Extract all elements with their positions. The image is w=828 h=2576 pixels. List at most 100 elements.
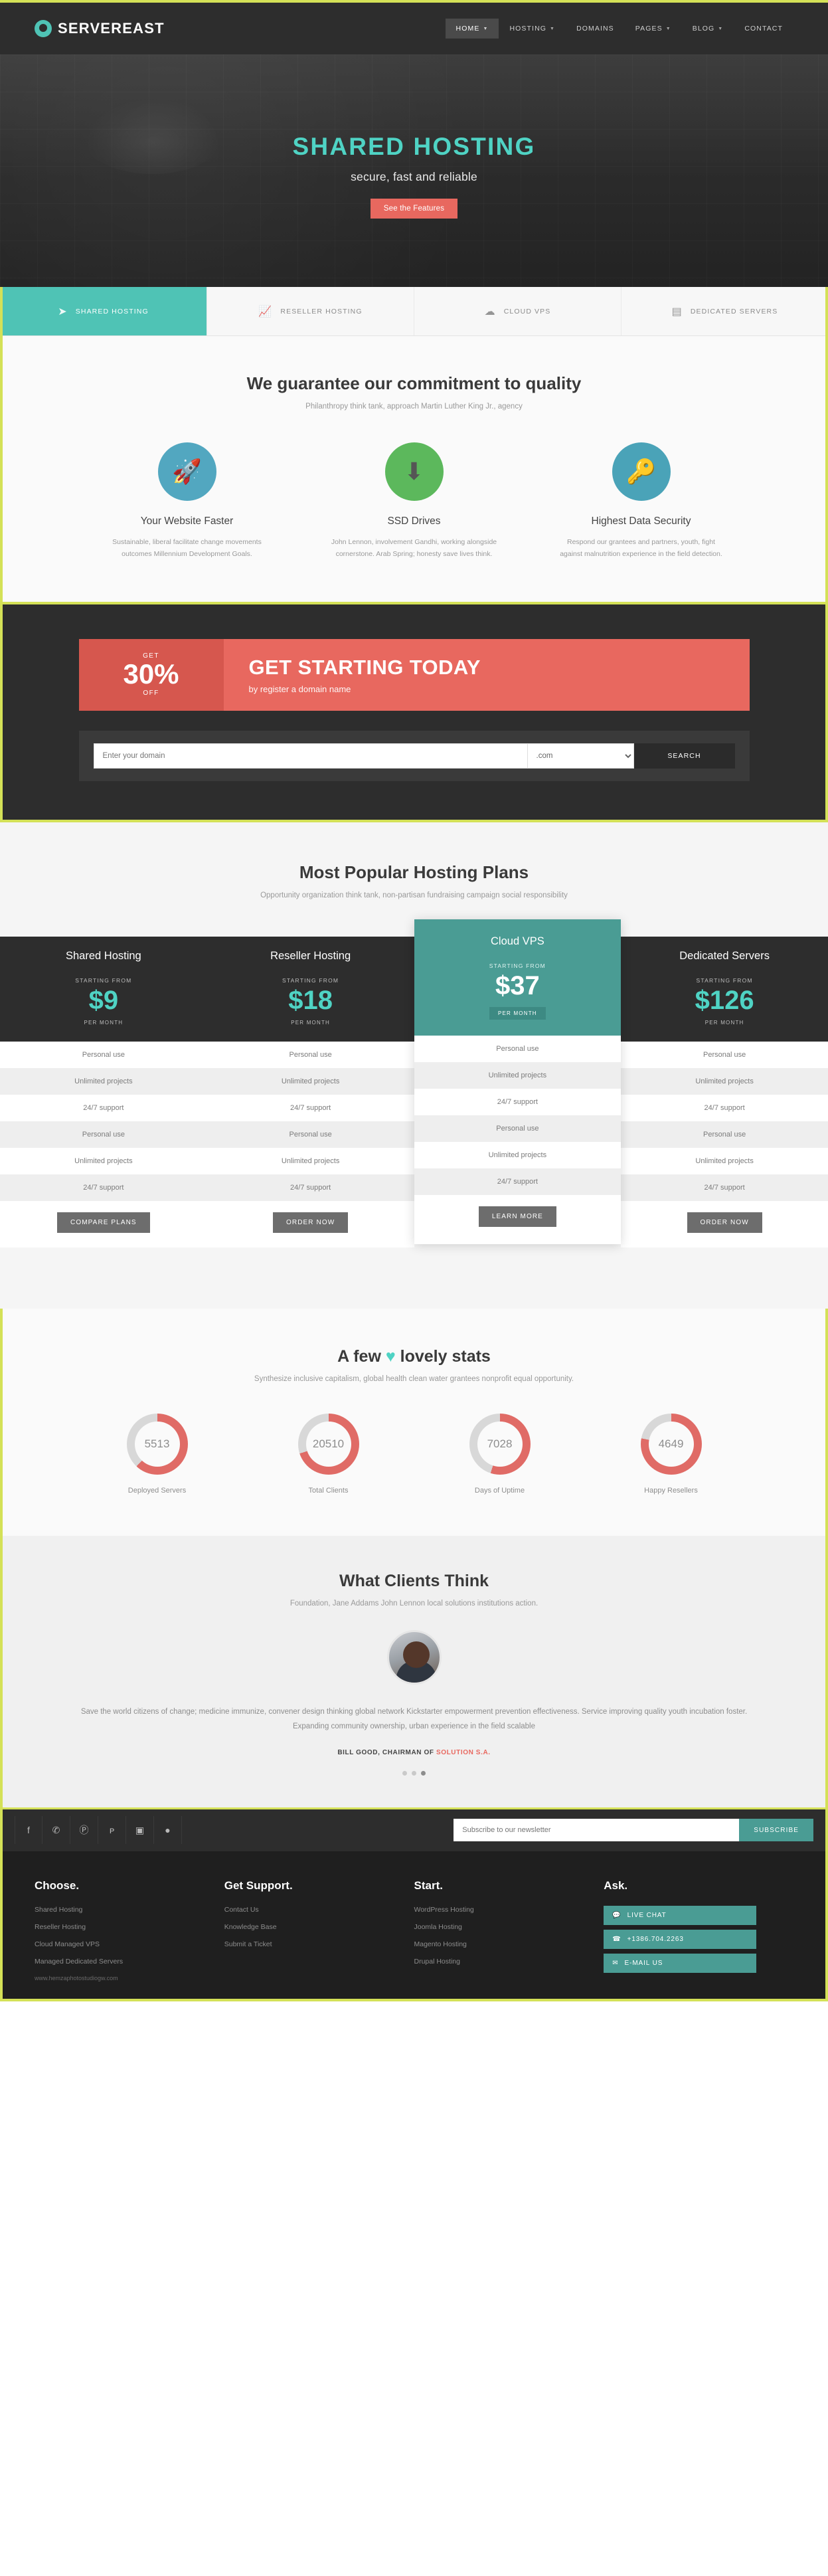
carousel-dot[interactable] xyxy=(412,1770,416,1776)
carousel-dot[interactable] xyxy=(402,1770,407,1776)
nav-item-blog[interactable]: BLOG ▼ xyxy=(682,19,734,39)
stat-label: Deployed Servers xyxy=(127,1486,187,1495)
see-features-button[interactable]: See the Features xyxy=(370,199,458,219)
twitter-icon[interactable]: ✆ xyxy=(42,1816,70,1845)
promo-copy: GET STARTING TODAY by register a domain … xyxy=(224,639,750,711)
footer-link[interactable]: Drupal Hosting xyxy=(414,1958,604,1966)
footer-link[interactable]: Joomla Hosting xyxy=(414,1923,604,1931)
nav-item-hosting[interactable]: HOSTING ▼ xyxy=(499,19,566,39)
features-subtitle: Philanthropy think tank, approach Martin… xyxy=(305,403,523,411)
logo[interactable]: SERVEREAST xyxy=(35,20,165,37)
button-label: LIVE CHAT xyxy=(627,1911,667,1919)
tab-shared-hosting[interactable]: ➤ SHARED HOSTING xyxy=(0,287,207,335)
footer-heading: Start. xyxy=(414,1879,443,1892)
cloud-icon: ☁ xyxy=(484,306,496,318)
phone-button[interactable]: ☎ +1386.704.2263 xyxy=(604,1929,757,1949)
key-security-icon: 🔑 xyxy=(612,442,671,501)
newsletter-input[interactable] xyxy=(454,1819,740,1842)
footer-link[interactable]: Knowledge Base xyxy=(224,1923,414,1931)
footer-link[interactable]: Managed Dedicated Servers xyxy=(35,1958,224,1966)
plan-feature: Personal use xyxy=(414,1035,621,1062)
plan-period-label: PER MONTH xyxy=(84,1019,124,1026)
email-button[interactable]: ✉ E-MAIL US xyxy=(604,1953,757,1973)
plan-price: $18 xyxy=(288,985,333,1015)
search-button[interactable]: SEARCH xyxy=(633,743,735,769)
donut-chart: 5513 xyxy=(126,1413,188,1475)
plan-feature: Unlimited projects xyxy=(0,1147,207,1174)
nav-item-contact[interactable]: CONTACT xyxy=(734,19,793,39)
feature-card: 🔑 Highest Data Security Respond our gran… xyxy=(552,442,731,561)
hero-banner: SHARED HOSTING secure, fast and reliable… xyxy=(0,54,828,287)
testimonial-title: What Clients Think xyxy=(339,1571,489,1590)
nav-label: CONTACT xyxy=(744,25,783,33)
carousel-dot-active[interactable] xyxy=(421,1770,426,1776)
footer-link[interactable]: Submit a Ticket xyxy=(224,1940,414,1948)
footer-link[interactable]: Reseller Hosting xyxy=(35,1923,224,1931)
order-now-button[interactable]: ORDER NOW xyxy=(273,1212,349,1233)
heart-icon: ♥ xyxy=(385,1346,396,1366)
promo-banner: GET 30% OFF GET STARTING TODAY by regist… xyxy=(78,638,750,711)
nav-label: BLOG xyxy=(692,25,715,33)
rss-icon[interactable]: ᴘ xyxy=(98,1816,126,1845)
footer-link[interactable]: WordPress Hosting xyxy=(414,1906,604,1914)
footer-link[interactable]: Contact Us xyxy=(224,1906,414,1914)
donut-chart: 4649 xyxy=(640,1413,702,1475)
plan-from-label: STARTING FROM xyxy=(489,962,546,969)
live-chat-button[interactable]: 💬 LIVE CHAT xyxy=(604,1905,757,1925)
instagram-icon[interactable]: ▣ xyxy=(126,1816,154,1845)
features-section: We guarantee our commitment to quality P… xyxy=(0,336,828,604)
footer-link[interactable]: Magento Hosting xyxy=(414,1940,604,1948)
order-now-button[interactable]: ORDER NOW xyxy=(687,1212,762,1233)
plan-from-label: STARTING FROM xyxy=(696,976,753,984)
subscribe-button[interactable]: SUBSCRIBE xyxy=(739,1819,813,1842)
nav-item-domains[interactable]: DOMAINS xyxy=(566,19,625,39)
tab-label: SHARED HOSTING xyxy=(75,307,149,316)
tld-select[interactable]: .com .net .org .info .biz xyxy=(527,743,634,769)
learn-more-button[interactable]: LEARN MORE xyxy=(478,1206,556,1227)
nav-item-pages[interactable]: PAGES ▼ xyxy=(625,19,682,39)
hero-subtitle: secure, fast and reliable xyxy=(351,170,477,183)
feature-title: Your Website Faster xyxy=(140,515,234,527)
plan-feature: 24/7 support xyxy=(0,1174,207,1201)
newsletter-form: SUBSCRIBE xyxy=(454,1819,813,1842)
stats-title: A few ♥ lovely stats xyxy=(0,1347,828,1366)
stats-subtitle: Synthesize inclusive capitalism, global … xyxy=(254,1374,574,1383)
domain-search-input[interactable] xyxy=(93,743,528,769)
pricing-plans: Shared Hosting STARTING FROM $9 PER MONT… xyxy=(0,919,828,1247)
tab-dedicated-servers[interactable]: ▤ DEDICATED SERVERS xyxy=(621,287,828,335)
footer-link[interactable]: Shared Hosting xyxy=(35,1906,224,1914)
logo-mark-icon xyxy=(35,20,52,37)
page-root: SERVEREAST HOME ▼ HOSTING ▼ DOMAINS PAGE… xyxy=(0,0,828,2001)
plan-reseller-hosting: Reseller Hosting STARTING FROM $18 PER M… xyxy=(207,936,414,1247)
promo-subline: by register a domain name xyxy=(248,684,351,694)
tab-reseller-hosting[interactable]: 📈 RESELLER HOSTING xyxy=(207,287,414,335)
plan-price-box: STARTING FROM $126 PER MONTH xyxy=(621,972,828,1042)
nav-label: PAGES xyxy=(635,25,663,33)
tab-cloud-vps[interactable]: ☁ CLOUD VPS xyxy=(414,287,621,335)
stat-label: Total Clients xyxy=(308,1486,349,1495)
facebook-icon[interactable]: f xyxy=(15,1816,42,1845)
testimonial-section: What Clients Think Foundation, Jane Adda… xyxy=(0,1535,828,1807)
pinterest-icon[interactable]: Ⓟ xyxy=(70,1816,98,1845)
main-nav: HOME ▼ HOSTING ▼ DOMAINS PAGES ▼ BLOG ▼ … xyxy=(445,19,793,39)
plan-feature: Unlimited projects xyxy=(0,1067,207,1095)
pricing-subtitle: Opportunity organization think tank, non… xyxy=(260,891,568,899)
feature-list: 🚀 Your Website Faster Sustainable, liber… xyxy=(0,442,828,561)
plan-feature: 24/7 support xyxy=(414,1168,621,1195)
plan-feature: 24/7 support xyxy=(621,1094,828,1121)
carousel-dots xyxy=(0,1770,828,1776)
plan-period-label: PER MONTH xyxy=(489,1006,546,1020)
watermark: www.hemzaphotostudiogw.com xyxy=(35,1974,118,1981)
plan-cloud-vps: Cloud VPS STARTING FROM $37 PER MONTH Pe… xyxy=(414,919,621,1244)
footer-link[interactable]: Cloud Managed VPS xyxy=(35,1940,224,1948)
stat-item: 5513 Deployed Servers xyxy=(94,1413,220,1495)
plan-name: Reseller Hosting xyxy=(207,936,414,973)
nav-item-home[interactable]: HOME ▼ xyxy=(445,19,499,39)
button-label: E-MAIL US xyxy=(624,1959,663,1967)
phone-icon: ☎ xyxy=(612,1935,621,1943)
github-icon[interactable]: ● xyxy=(154,1816,182,1845)
plan-feature: 24/7 support xyxy=(207,1174,414,1201)
stat-label: Days of Uptime xyxy=(474,1486,525,1495)
logo-text: SERVEREAST xyxy=(58,20,165,37)
compare-plans-button[interactable]: COMPARE PLANS xyxy=(57,1212,150,1233)
